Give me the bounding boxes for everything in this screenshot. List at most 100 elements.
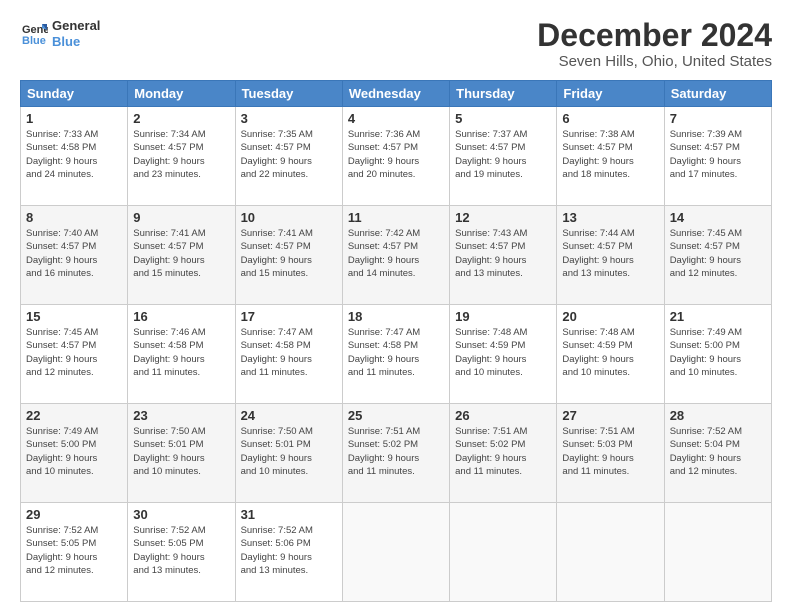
day-number: 7 — [670, 111, 766, 126]
day-cell: 13 Sunrise: 7:44 AM Sunset: 4:57 PM Dayli… — [557, 206, 664, 305]
day-cell: 30 Sunrise: 7:52 AM Sunset: 5:05 PM Dayli… — [128, 503, 235, 602]
day-cell: 27Sunrise: 7:51 AM Sunset: 5:03 PM Dayli… — [557, 404, 664, 503]
day-number: 18 — [348, 309, 444, 324]
day-cell: 8 Sunrise: 7:40 AM Sunset: 4:57 PM Daylig… — [21, 206, 128, 305]
day-number: 20 — [562, 309, 658, 324]
day-info: Sunrise: 7:41 AM Sunset: 4:57 PM Dayligh… — [133, 227, 229, 280]
day-cell: 22 Sunrise: 7:49 AM Sunset: 5:00 PM Dayli… — [21, 404, 128, 503]
day-info: Sunrise: 7:52 AM Sunset: 5:05 PM Dayligh… — [133, 524, 229, 577]
day-number: 29 — [26, 507, 122, 522]
day-info: Sunrise: 7:40 AM Sunset: 4:57 PM Dayligh… — [26, 227, 122, 280]
header: General Blue General Blue December 2024 … — [20, 18, 772, 70]
logo-blue: Blue — [52, 34, 100, 50]
day-number: 22 — [26, 408, 122, 423]
subtitle: Seven Hills, Ohio, United States — [537, 53, 772, 70]
day-number: 28 — [670, 408, 766, 423]
day-number: 8 — [26, 210, 122, 225]
day-info: Sunrise: 7:39 AM Sunset: 4:57 PM Dayligh… — [670, 128, 766, 181]
day-cell: 15 Sunrise: 7:45 AM Sunset: 4:57 PM Dayli… — [21, 305, 128, 404]
week-row-2: 8 Sunrise: 7:40 AM Sunset: 4:57 PM Daylig… — [21, 206, 772, 305]
day-cell: 9 Sunrise: 7:41 AM Sunset: 4:57 PM Daylig… — [128, 206, 235, 305]
calendar-page: General Blue General Blue December 2024 … — [0, 0, 792, 612]
day-number: 15 — [26, 309, 122, 324]
day-number: 16 — [133, 309, 229, 324]
day-number: 19 — [455, 309, 551, 324]
day-number: 23 — [133, 408, 229, 423]
col-header-tuesday: Tuesday — [235, 81, 342, 107]
day-cell: 17Sunrise: 7:47 AM Sunset: 4:58 PM Dayli… — [235, 305, 342, 404]
day-number: 9 — [133, 210, 229, 225]
day-info: Sunrise: 7:49 AM Sunset: 5:00 PM Dayligh… — [26, 425, 122, 478]
week-row-4: 22 Sunrise: 7:49 AM Sunset: 5:00 PM Dayli… — [21, 404, 772, 503]
day-number: 26 — [455, 408, 551, 423]
day-cell — [664, 503, 771, 602]
day-info: Sunrise: 7:44 AM Sunset: 4:57 PM Dayligh… — [562, 227, 658, 280]
day-number: 6 — [562, 111, 658, 126]
col-header-wednesday: Wednesday — [342, 81, 449, 107]
day-info: Sunrise: 7:51 AM Sunset: 5:02 PM Dayligh… — [455, 425, 551, 478]
day-cell: 10Sunrise: 7:41 AM Sunset: 4:57 PM Dayli… — [235, 206, 342, 305]
week-row-5: 29 Sunrise: 7:52 AM Sunset: 5:05 PM Dayli… — [21, 503, 772, 602]
col-header-friday: Friday — [557, 81, 664, 107]
day-cell — [450, 503, 557, 602]
day-cell: 28 Sunrise: 7:52 AM Sunset: 5:04 PM Dayli… — [664, 404, 771, 503]
day-cell: 26 Sunrise: 7:51 AM Sunset: 5:02 PM Dayli… — [450, 404, 557, 503]
day-cell: 16 Sunrise: 7:46 AM Sunset: 4:58 PM Dayli… — [128, 305, 235, 404]
day-number: 31 — [241, 507, 337, 522]
day-info: Sunrise: 7:51 AM Sunset: 5:02 PM Dayligh… — [348, 425, 444, 478]
day-cell: 21 Sunrise: 7:49 AM Sunset: 5:00 PM Dayli… — [664, 305, 771, 404]
day-info: Sunrise: 7:37 AM Sunset: 4:57 PM Dayligh… — [455, 128, 551, 181]
day-cell — [557, 503, 664, 602]
day-info: Sunrise: 7:50 AM Sunset: 5:01 PM Dayligh… — [133, 425, 229, 478]
day-info: Sunrise: 7:49 AM Sunset: 5:00 PM Dayligh… — [670, 326, 766, 379]
logo: General Blue General Blue — [20, 18, 100, 49]
col-header-sunday: Sunday — [21, 81, 128, 107]
day-info: Sunrise: 7:52 AM Sunset: 5:06 PM Dayligh… — [241, 524, 337, 577]
day-cell: 2Sunrise: 7:34 AM Sunset: 4:57 PM Daylig… — [128, 107, 235, 206]
day-cell: 20 Sunrise: 7:48 AM Sunset: 4:59 PM Dayli… — [557, 305, 664, 404]
day-number: 11 — [348, 210, 444, 225]
day-cell: 24 Sunrise: 7:50 AM Sunset: 5:01 PM Dayli… — [235, 404, 342, 503]
day-number: 25 — [348, 408, 444, 423]
week-row-3: 15 Sunrise: 7:45 AM Sunset: 4:57 PM Dayli… — [21, 305, 772, 404]
day-cell: 29 Sunrise: 7:52 AM Sunset: 5:05 PM Dayli… — [21, 503, 128, 602]
day-cell: 4 Sunrise: 7:36 AM Sunset: 4:57 PM Daylig… — [342, 107, 449, 206]
day-info: Sunrise: 7:42 AM Sunset: 4:57 PM Dayligh… — [348, 227, 444, 280]
day-info: Sunrise: 7:46 AM Sunset: 4:58 PM Dayligh… — [133, 326, 229, 379]
day-number: 4 — [348, 111, 444, 126]
day-info: Sunrise: 7:48 AM Sunset: 4:59 PM Dayligh… — [562, 326, 658, 379]
day-info: Sunrise: 7:38 AM Sunset: 4:57 PM Dayligh… — [562, 128, 658, 181]
day-info: Sunrise: 7:45 AM Sunset: 4:57 PM Dayligh… — [670, 227, 766, 280]
title-block: December 2024 Seven Hills, Ohio, United … — [537, 18, 772, 70]
day-number: 21 — [670, 309, 766, 324]
main-title: December 2024 — [537, 18, 772, 53]
day-number: 12 — [455, 210, 551, 225]
day-cell: 31 Sunrise: 7:52 AM Sunset: 5:06 PM Dayli… — [235, 503, 342, 602]
day-number: 14 — [670, 210, 766, 225]
day-number: 13 — [562, 210, 658, 225]
day-number: 3 — [241, 111, 337, 126]
day-info: Sunrise: 7:50 AM Sunset: 5:01 PM Dayligh… — [241, 425, 337, 478]
day-info: Sunrise: 7:34 AM Sunset: 4:57 PM Dayligh… — [133, 128, 229, 181]
day-cell: 25 Sunrise: 7:51 AM Sunset: 5:02 PM Dayli… — [342, 404, 449, 503]
day-info: Sunrise: 7:45 AM Sunset: 4:57 PM Dayligh… — [26, 326, 122, 379]
day-cell: 6 Sunrise: 7:38 AM Sunset: 4:57 PM Daylig… — [557, 107, 664, 206]
day-cell: 12Sunrise: 7:43 AM Sunset: 4:57 PM Dayli… — [450, 206, 557, 305]
day-info: Sunrise: 7:36 AM Sunset: 4:57 PM Dayligh… — [348, 128, 444, 181]
day-number: 5 — [455, 111, 551, 126]
day-cell: 11 Sunrise: 7:42 AM Sunset: 4:57 PM Dayli… — [342, 206, 449, 305]
col-header-saturday: Saturday — [664, 81, 771, 107]
day-info: Sunrise: 7:47 AM Sunset: 4:58 PM Dayligh… — [348, 326, 444, 379]
logo-icon: General Blue — [20, 20, 48, 48]
day-cell: 7 Sunrise: 7:39 AM Sunset: 4:57 PM Daylig… — [664, 107, 771, 206]
col-header-thursday: Thursday — [450, 81, 557, 107]
day-number: 24 — [241, 408, 337, 423]
day-cell: 5 Sunrise: 7:37 AM Sunset: 4:57 PM Daylig… — [450, 107, 557, 206]
day-cell: 19Sunrise: 7:48 AM Sunset: 4:59 PM Dayli… — [450, 305, 557, 404]
day-info: Sunrise: 7:52 AM Sunset: 5:04 PM Dayligh… — [670, 425, 766, 478]
day-info: Sunrise: 7:52 AM Sunset: 5:05 PM Dayligh… — [26, 524, 122, 577]
day-cell: 14 Sunrise: 7:45 AM Sunset: 4:57 PM Dayli… — [664, 206, 771, 305]
day-cell: 23 Sunrise: 7:50 AM Sunset: 5:01 PM Dayli… — [128, 404, 235, 503]
day-number: 10 — [241, 210, 337, 225]
day-number: 30 — [133, 507, 229, 522]
